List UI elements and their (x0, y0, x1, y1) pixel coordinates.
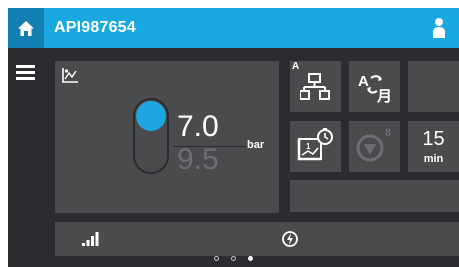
home-button[interactable] (8, 8, 44, 48)
page-indicator (8, 249, 459, 267)
count-superscript: 8 (385, 127, 392, 139)
menu-button[interactable] (14, 62, 38, 82)
network-superscript: A (292, 61, 300, 72)
pump-icon (356, 134, 384, 162)
count-tile[interactable]: 8 (349, 121, 400, 172)
pressure-unit: bar (247, 139, 265, 151)
schedule-tile[interactable]: 1 (290, 121, 341, 172)
page-dot-2[interactable] (231, 255, 236, 261)
timer-tile[interactable]: 15 min (408, 121, 459, 172)
blank-tile-top (408, 61, 459, 112)
svg-text:月: 月 (376, 87, 392, 103)
user-icon (433, 18, 445, 38)
device-screen: API987654 7.0 9.5 bar A A 月 1 8 15 min (8, 8, 459, 267)
svg-text:1: 1 (306, 142, 311, 151)
svg-text:A: A (358, 73, 369, 90)
top-bar: API987654 (8, 8, 459, 48)
wide-blank-tile (290, 180, 459, 212)
page-dot-3[interactable] (248, 255, 253, 261)
network-icon (300, 73, 330, 100)
signal-bars-icon[interactable] (81, 231, 99, 247)
home-icon (18, 20, 34, 36)
sidebar (8, 48, 44, 267)
schedule-icon: 1 (297, 128, 333, 161)
power-icon[interactable] (281, 230, 299, 248)
pressure-tile[interactable]: 7.0 9.5 bar (55, 61, 279, 213)
toggle-knob (136, 101, 166, 131)
language-icon: A 月 (358, 73, 392, 103)
language-tile[interactable]: A 月 (349, 61, 400, 112)
chart-icon (62, 68, 78, 83)
pressure-actual: 9.5 (177, 143, 219, 176)
device-id-title: API987654 (54, 19, 136, 36)
timer-value: 15 (422, 128, 445, 150)
pressure-setpoint: 7.0 (177, 110, 219, 143)
page-dot-1[interactable] (214, 255, 219, 261)
network-tile[interactable]: A (290, 61, 341, 112)
hamburger-menu-icon (16, 65, 35, 80)
timer-unit: min (423, 153, 444, 165)
user-button[interactable] (429, 16, 449, 40)
